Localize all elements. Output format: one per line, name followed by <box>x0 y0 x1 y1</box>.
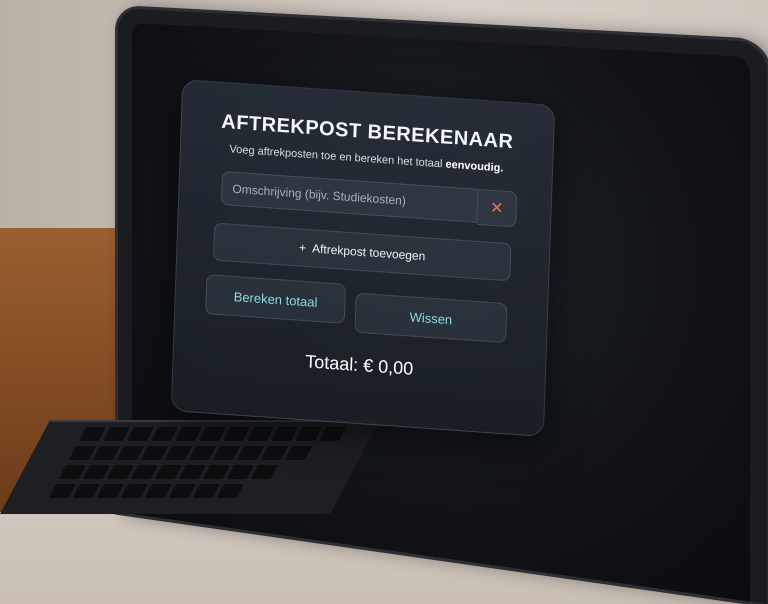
keyboard-key <box>318 427 347 441</box>
keyboard-key <box>202 465 231 479</box>
keyboard-key <box>140 446 169 460</box>
keyboard-key <box>174 427 203 441</box>
keyboard-key <box>168 484 196 498</box>
keyboard-key <box>116 446 145 460</box>
description-input[interactable] <box>220 170 479 223</box>
keyboard-key <box>78 427 107 441</box>
keyboard-key <box>126 427 155 441</box>
keyboard-key <box>48 484 76 498</box>
keyboard-key <box>72 484 100 498</box>
keyboard-key <box>212 446 241 460</box>
close-icon: ✕ <box>489 199 504 218</box>
keyboard-key <box>150 427 179 441</box>
keyboard-key <box>284 446 313 460</box>
keyboard-key <box>222 427 251 441</box>
keyboard-key <box>82 465 111 479</box>
remove-deduction-button[interactable]: ✕ <box>477 188 518 228</box>
keyboard-key <box>58 465 87 479</box>
keyboard-key <box>92 446 121 460</box>
keyboard-key <box>154 465 183 479</box>
keyboard-row <box>19 460 359 479</box>
total-display: Totaal: € 0,00 <box>304 351 414 379</box>
calculate-total-label: Bereken totaal <box>233 288 318 310</box>
keyboard-row <box>9 479 349 498</box>
plus-icon: + <box>298 240 307 256</box>
keyboard-key <box>144 484 172 498</box>
keyboard-key <box>178 465 207 479</box>
keyboard-key <box>102 427 131 441</box>
keyboard-key <box>250 465 279 479</box>
keyboard-key <box>106 465 135 479</box>
keyboard-key <box>164 446 193 460</box>
calculator-card: AFTREKPOST BEREKENAAR Voeg aftrekposten … <box>170 78 556 438</box>
keyboard-key <box>270 427 299 441</box>
keyboard-key <box>192 484 220 498</box>
keyboard-key <box>294 427 323 441</box>
keyboard-key <box>96 484 124 498</box>
keyboard-key <box>236 446 265 460</box>
subtitle-emphasis: eenvoudig. <box>445 158 504 175</box>
subtitle-text: Voeg aftrekposten toe en bereken het tot… <box>229 143 443 171</box>
keyboard-key <box>120 484 148 498</box>
laptop-keyboard <box>0 420 380 514</box>
keyboard-key <box>68 446 97 460</box>
keyboard-key <box>216 484 244 498</box>
keyboard-key <box>198 427 227 441</box>
deduction-row: ✕ <box>220 170 518 228</box>
keyboard-key <box>246 427 275 441</box>
clear-label: Wissen <box>409 308 453 327</box>
keyboard-key <box>188 446 217 460</box>
add-deduction-button[interactable]: + Aftrekpost toevoegen <box>212 222 512 282</box>
clear-button[interactable]: Wissen <box>354 292 508 344</box>
calculate-total-button[interactable]: Bereken totaal <box>205 274 347 324</box>
keyboard-row <box>29 441 369 460</box>
keyboard-row <box>39 422 379 441</box>
add-deduction-label: Aftrekpost toevoegen <box>311 241 426 264</box>
keyboard-key <box>260 446 289 460</box>
keyboard-key <box>226 465 255 479</box>
keyboard-key <box>130 465 159 479</box>
